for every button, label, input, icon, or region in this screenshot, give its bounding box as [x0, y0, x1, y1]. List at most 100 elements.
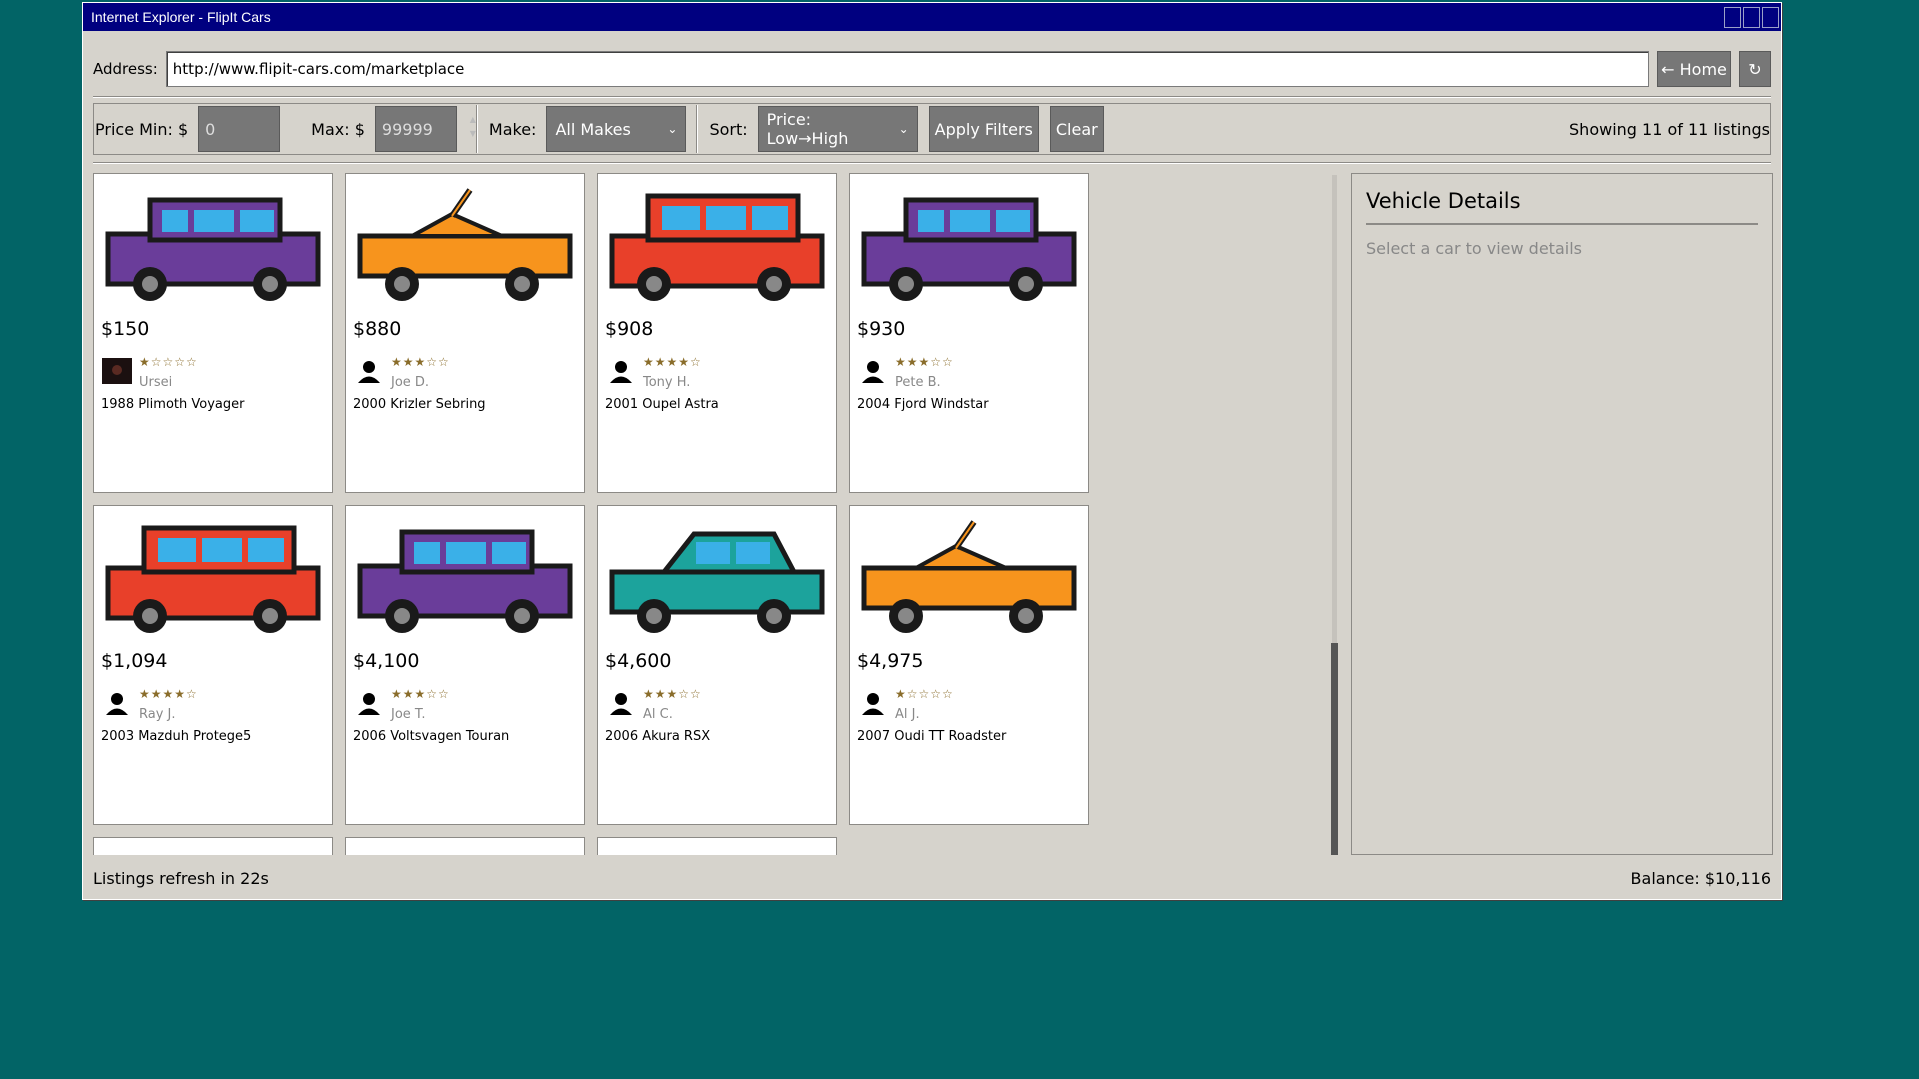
seller-name: Ray J. — [139, 707, 176, 722]
listing-card[interactable] — [597, 837, 837, 855]
car-model: 2001 Oupel Astra — [605, 397, 719, 412]
listing-price: $880 — [353, 318, 402, 340]
rating-stars: ★★★★☆ — [643, 355, 702, 369]
rating-stars: ★★★☆☆ — [643, 687, 702, 701]
filter-divider — [475, 105, 478, 153]
listing-price: $930 — [857, 318, 906, 340]
details-title: Vehicle Details — [1366, 189, 1758, 225]
apply-filters-button[interactable]: Apply Filters — [928, 106, 1039, 152]
make-label: Make: — [488, 119, 537, 139]
details-hint: Select a car to view details — [1366, 239, 1582, 258]
seller-name: Joe T. — [391, 707, 426, 722]
seller-name: Pete B. — [895, 375, 941, 390]
price-min-label: Price Min: $ — [95, 119, 189, 139]
status-bar: Listings refresh in 22s Balance: $10,116 — [93, 865, 1771, 891]
sort-select[interactable]: Price: Low→High ⌄ — [757, 106, 918, 152]
refresh-countdown: Listings refresh in 22s — [93, 868, 269, 888]
sort-label: Sort: — [709, 119, 748, 139]
home-button[interactable]: ← Home — [1657, 51, 1731, 87]
car-image — [604, 514, 830, 638]
car-model: 2007 Oudi TT Roadster — [857, 729, 1007, 744]
seller-name: Al C. — [643, 707, 673, 722]
listing-price: $150 — [101, 318, 150, 340]
listing-card[interactable]: $1,094 ★★★★☆ Ray J. 2003 Mazduh Protege5 — [93, 505, 333, 825]
seller-avatar-icon — [858, 690, 888, 716]
seller-name: Tony H. — [643, 375, 691, 390]
maximize-button[interactable] — [1743, 7, 1760, 28]
clear-button[interactable]: Clear — [1049, 106, 1104, 152]
listings-panel: $150 ★☆☆☆☆ Ursei 1988 Plimoth Voyager $8… — [93, 173, 1338, 855]
scroll-thumb[interactable] — [1331, 643, 1338, 855]
car-model: 2006 Voltsvagen Touran — [353, 729, 510, 744]
spinner-icon[interactable]: ▲ ▼ — [470, 113, 476, 141]
car-image — [100, 182, 326, 306]
vehicle-details-panel: Vehicle Details Select a car to view det… — [1351, 173, 1773, 855]
price-max-label: Max: $ — [311, 119, 365, 139]
listing-card[interactable] — [345, 837, 585, 855]
listing-price: $1,094 — [101, 650, 168, 672]
price-max-value: 99999 — [381, 119, 433, 139]
window-title: Internet Explorer - FlipIt Cars — [91, 9, 271, 25]
seller-avatar-icon — [606, 690, 636, 716]
listing-card[interactable]: $4,100 ★★★☆☆ Joe T. 2006 Voltsvagen Tour… — [345, 505, 585, 825]
divider — [93, 96, 1771, 98]
price-min-value: 0 — [205, 119, 216, 139]
rating-stars: ★☆☆☆☆ — [139, 355, 198, 369]
car-model: 2000 Krizler Sebring — [353, 397, 486, 412]
car-image — [100, 514, 326, 638]
price-min-input[interactable]: 0 — [198, 106, 281, 152]
seller-name: Joe D. — [391, 375, 430, 390]
minimize-button[interactable] — [1724, 7, 1741, 28]
divider — [93, 162, 1771, 164]
car-model: 2006 Akura RSX — [605, 729, 711, 744]
listing-card[interactable]: $908 ★★★★☆ Tony H. 2001 Oupel Astra — [597, 173, 837, 493]
rating-stars: ★★★☆☆ — [895, 355, 954, 369]
car-image — [856, 182, 1082, 306]
close-button[interactable] — [1762, 7, 1779, 28]
listing-card[interactable]: $4,975 ★☆☆☆☆ Al J. 2007 Oudi TT Roadster — [849, 505, 1089, 825]
car-image — [604, 182, 830, 306]
car-image — [352, 182, 578, 306]
price-max-input[interactable]: 99999 ▲ ▼ — [374, 106, 476, 152]
car-model: 1988 Plimoth Voyager — [101, 397, 245, 412]
rating-stars: ★☆☆☆☆ — [895, 687, 954, 701]
title-bar: Internet Explorer - FlipIt Cars — [83, 3, 1781, 31]
listing-price: $4,100 — [353, 650, 420, 672]
rating-stars: ★★★☆☆ — [391, 355, 450, 369]
listing-grid: $150 ★☆☆☆☆ Ursei 1988 Plimoth Voyager $8… — [93, 173, 1089, 855]
rating-stars: ★★★★☆ — [139, 687, 198, 701]
listing-price: $4,975 — [857, 650, 924, 672]
listing-card[interactable]: $150 ★☆☆☆☆ Ursei 1988 Plimoth Voyager — [93, 173, 333, 493]
rating-stars: ★★★☆☆ — [391, 687, 450, 701]
listing-card[interactable]: $880 ★★★☆☆ Joe D. 2000 Krizler Sebring — [345, 173, 585, 493]
seller-avatar-icon — [102, 358, 132, 384]
seller-name: Ursei — [139, 375, 173, 390]
browser-window: Internet Explorer - FlipIt Cars Address:… — [82, 2, 1782, 900]
chevron-down-icon: ⌄ — [898, 122, 909, 136]
make-select[interactable]: All Makes ⌄ — [546, 106, 687, 152]
chevron-down-icon: ⌄ — [667, 122, 678, 136]
balance: Balance: $10,116 — [1630, 868, 1771, 888]
window-controls — [1724, 7, 1779, 28]
seller-avatar-icon — [102, 690, 132, 716]
listing-card[interactable]: $930 ★★★☆☆ Pete B. 2004 Fjord Windstar — [849, 173, 1089, 493]
car-model: 2003 Mazduh Protege5 — [101, 729, 252, 744]
seller-name: Al J. — [895, 707, 920, 722]
address-label: Address: — [93, 60, 158, 78]
listing-price: $4,600 — [605, 650, 672, 672]
refresh-icon[interactable]: ↻ — [1739, 51, 1771, 87]
filter-divider — [696, 105, 699, 153]
car-image — [352, 514, 578, 638]
address-input[interactable]: http://www.flipit-cars.com/marketplace — [165, 51, 1649, 87]
make-select-value: All Makes — [555, 119, 631, 139]
listing-price: $908 — [605, 318, 654, 340]
seller-avatar-icon — [354, 690, 384, 716]
seller-avatar-icon — [858, 358, 888, 384]
car-image — [856, 514, 1082, 638]
seller-avatar-icon — [354, 358, 384, 384]
listing-card[interactable]: $4,600 ★★★☆☆ Al C. 2006 Akura RSX — [597, 505, 837, 825]
seller-avatar-icon — [606, 358, 636, 384]
car-model: 2004 Fjord Windstar — [857, 397, 989, 412]
listing-card[interactable] — [93, 837, 333, 855]
sort-select-value: Price: Low→High — [766, 110, 849, 148]
